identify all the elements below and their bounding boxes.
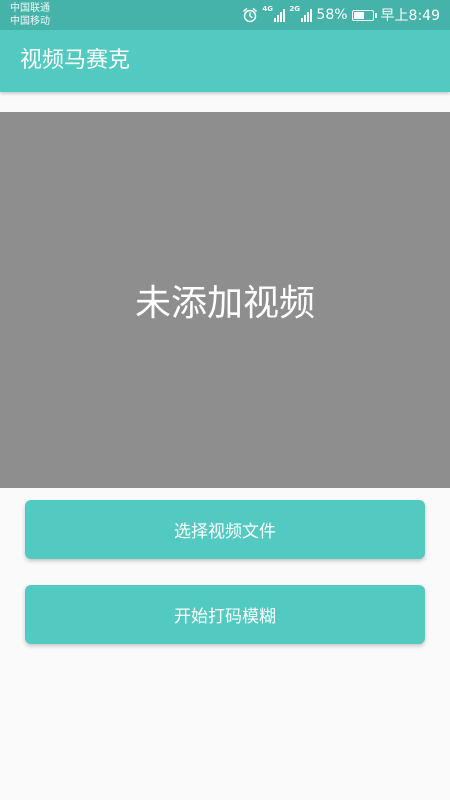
network-type-secondary: 2G xyxy=(289,5,301,13)
select-video-button[interactable]: 选择视频文件 xyxy=(25,500,425,559)
battery-percent: 58% xyxy=(316,7,348,23)
start-blur-button[interactable]: 开始打码模糊 xyxy=(25,585,425,644)
status-indicators: 4G 2G 58% 早上8:49 xyxy=(242,0,440,30)
video-preview[interactable]: 未添加视频 xyxy=(0,112,450,488)
carrier-primary: 中国联通 xyxy=(10,3,50,14)
signal-strength-icon: 4G xyxy=(262,5,286,22)
app-bar: 视频马赛克 xyxy=(0,30,450,92)
app-title: 视频马赛克 xyxy=(20,48,131,73)
status-time: 早上8:49 xyxy=(380,8,440,24)
network-type-primary: 4G xyxy=(262,5,274,13)
video-placeholder-text: 未添加视频 xyxy=(134,283,315,324)
signal-strength-icon: 2G xyxy=(289,5,313,22)
carrier-secondary: 中国移动 xyxy=(10,16,50,27)
status-bar: 中国联通 中国移动 4G 2G 58% 早上8:49 xyxy=(0,0,450,30)
alarm-clock-icon xyxy=(242,7,258,23)
carrier-info: 中国联通 中国移动 xyxy=(10,2,50,28)
battery-icon xyxy=(351,9,377,21)
